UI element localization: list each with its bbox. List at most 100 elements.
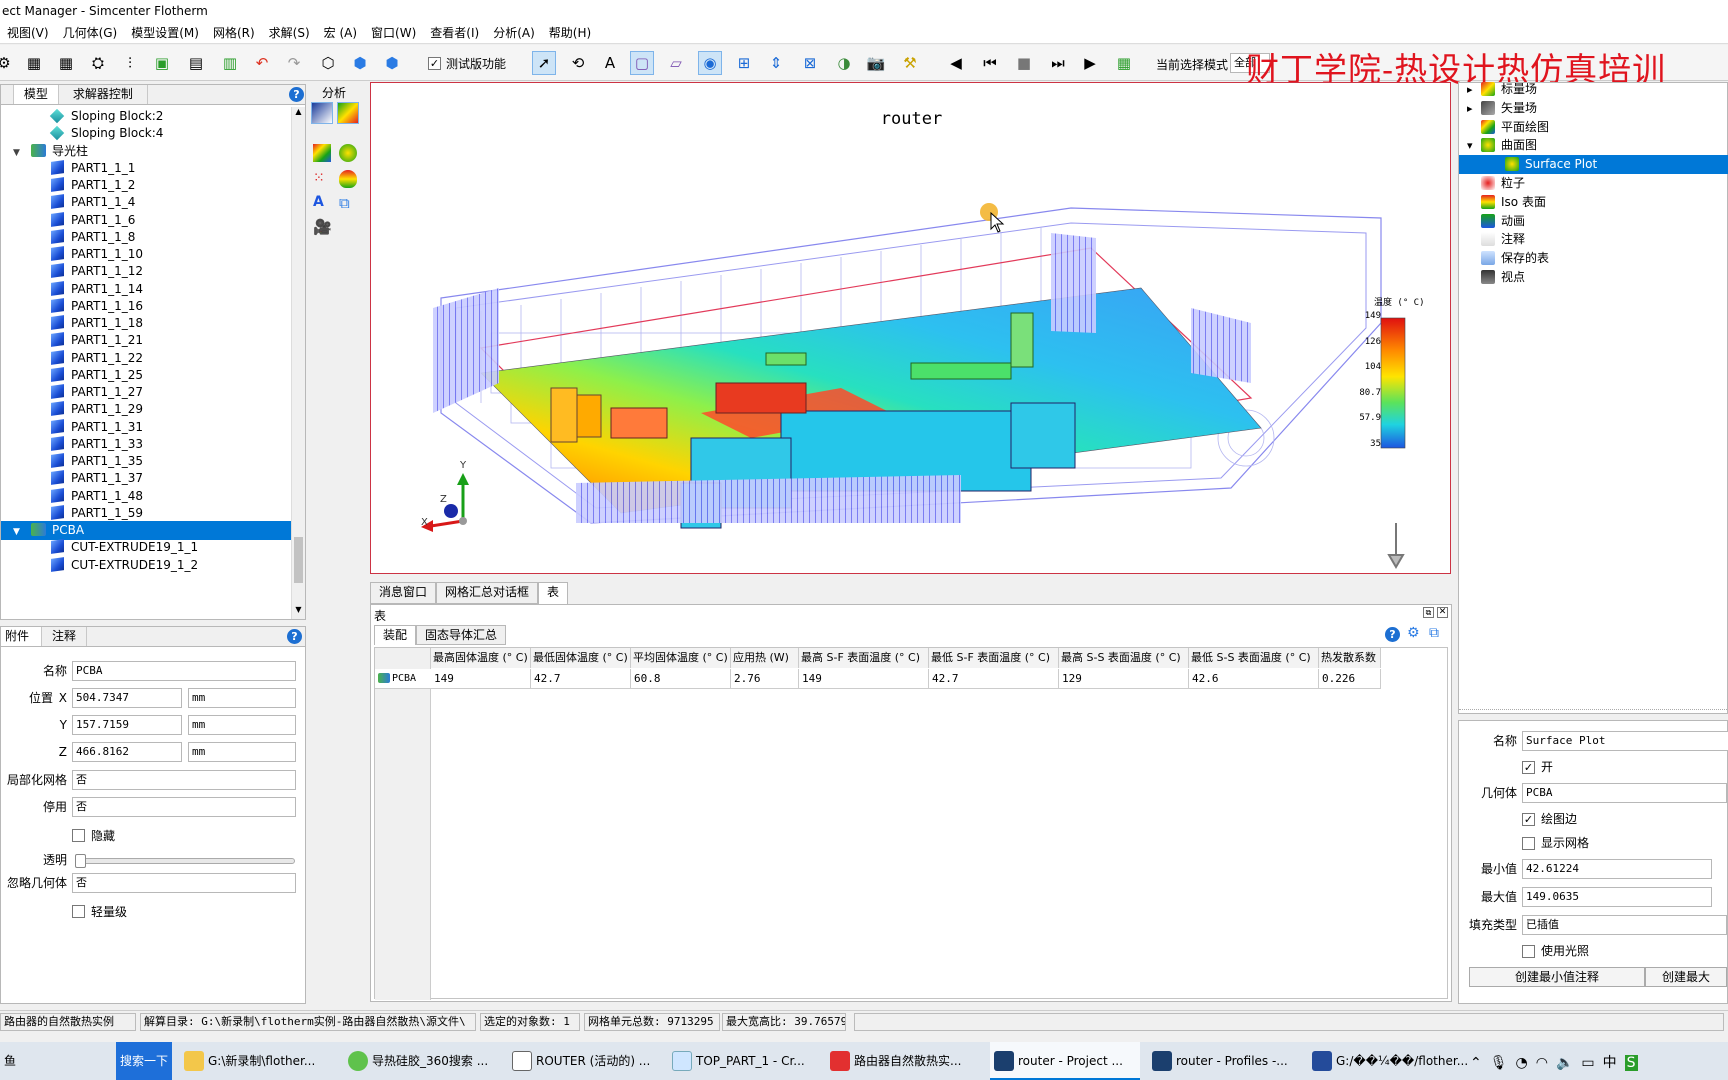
table-cell[interactable]: 42.7 <box>929 669 1059 689</box>
measure-icon[interactable]: ⚒ <box>898 51 922 75</box>
transparency-slider[interactable] <box>75 858 295 864</box>
tree-item[interactable]: PART1_1_1 <box>1 159 291 178</box>
step-forward-icon[interactable]: ⏭ <box>1046 51 1070 75</box>
tab-assembly[interactable]: 装配 <box>374 625 417 645</box>
tree-item[interactable]: PART1_1_22 <box>1 349 291 368</box>
taskbar-wps[interactable]: 路由器自然散热实... <box>826 1042 976 1080</box>
tree-item[interactable]: PART1_1_6 <box>1 211 291 230</box>
fit-vertical-icon[interactable]: ⇕ <box>764 51 788 75</box>
results-tree-item[interactable]: 保存的表 <box>1459 249 1728 268</box>
table-cell[interactable]: 60.8 <box>631 669 731 689</box>
table-cell[interactable]: 42.6 <box>1189 669 1319 689</box>
camera-icon[interactable]: 📷 <box>864 51 888 75</box>
tab-notes[interactable]: 注释 <box>42 627 88 646</box>
lightweight-checkbox[interactable] <box>72 905 85 918</box>
scroll-up-icon[interactable]: ▲ <box>293 107 304 119</box>
tree-item[interactable]: PART1_1_18 <box>1 314 291 333</box>
tree-item[interactable]: PART1_1_31 <box>1 418 291 437</box>
tree-item[interactable]: PART1_1_48 <box>1 487 291 506</box>
menu-view[interactable]: 视图(V) <box>0 24 56 41</box>
table-cell[interactable]: 149 <box>799 669 929 689</box>
tool-icon[interactable]: ⛭ <box>86 51 110 75</box>
table-column-header[interactable]: 平均固体温度 (° C) <box>631 648 731 668</box>
tree-item[interactable]: PART1_1_27 <box>1 383 291 402</box>
menu-solve[interactable]: 求解(S) <box>262 24 317 41</box>
iso-surface-icon[interactable] <box>339 170 357 188</box>
tree-item[interactable]: PART1_1_10 <box>1 245 291 264</box>
results-tree-item[interactable]: 平面绘图 <box>1459 118 1728 137</box>
tab-solid-conductor-summary[interactable]: 固态导体汇总 <box>416 625 507 645</box>
transparency-slider-thumb[interactable] <box>75 854 86 868</box>
3d-viewport[interactable]: router 温度 (° C) 149 126 104 80.7 57.9 35… <box>370 82 1451 574</box>
tree-item[interactable]: PART1_1_8 <box>1 228 291 247</box>
rewind-icon[interactable]: ◀ <box>944 51 968 75</box>
panel-splitter[interactable] <box>1459 709 1728 713</box>
surface-plot-icon[interactable] <box>339 144 357 162</box>
results-tree-item[interactable]: 视点 <box>1459 268 1728 287</box>
tab-message-window[interactable]: 消息窗口 <box>370 582 437 604</box>
table-settings-icon[interactable]: ⚙ <box>1407 625 1420 641</box>
tray-battery-icon[interactable]: ▭ <box>1581 1055 1602 1071</box>
tray-mic-icon[interactable]: 🎙 <box>1490 1055 1516 1071</box>
tree-item[interactable]: PART1_1_2 <box>1 176 291 195</box>
tree-item[interactable]: PART1_1_14 <box>1 280 291 299</box>
taskbar-flotherm-profiles[interactable]: router - Profiles -... <box>1148 1042 1298 1080</box>
table-column-header[interactable]: 应用热 (W) <box>731 648 799 668</box>
menu-macro[interactable]: 宏 (A) <box>317 24 364 41</box>
tab-model[interactable]: 模型 <box>13 85 59 104</box>
annotation-icon[interactable]: A <box>313 194 324 210</box>
tray-volume-icon[interactable]: 🔈 <box>1556 1055 1581 1071</box>
tab-edge[interactable] <box>1 85 14 104</box>
tree-scrollbar-thumb[interactable] <box>294 537 303 583</box>
step-back-icon[interactable]: ⏮ <box>978 51 1002 75</box>
table-cell[interactable]: 149 <box>431 669 531 689</box>
play-icon[interactable]: ▶ <box>1078 51 1102 75</box>
menu-help[interactable]: 帮助(H) <box>542 24 598 41</box>
table-cell[interactable]: 2.76 <box>731 669 799 689</box>
disabled-select[interactable]: 否 <box>72 797 296 817</box>
tab-solver-control[interactable]: 求解器控制 <box>58 85 148 104</box>
expand-arrow-icon[interactable]: ▾ <box>1467 136 1473 155</box>
tree-item[interactable]: PART1_1_37 <box>1 469 291 488</box>
create-min-annotation-button[interactable]: 创建最小值注释 <box>1469 967 1645 987</box>
solid-cube-icon[interactable]: ⬢ <box>348 51 372 75</box>
menu-window[interactable]: 窗口(W) <box>364 24 423 41</box>
tool-icon[interactable]: ⫶ <box>118 51 142 75</box>
taskbar-flotherm-project[interactable]: router - Project ... <box>990 1042 1140 1080</box>
tool-icon[interactable]: ▤ <box>184 51 208 75</box>
tree-item[interactable]: ▼ 导光柱 <box>1 142 291 161</box>
results-tree-item[interactable]: 动画 <box>1459 212 1728 231</box>
expand-arrow-icon[interactable]: ▸ <box>1467 80 1473 99</box>
tool-icon[interactable]: ▣ <box>150 51 174 75</box>
plot-tool-icon[interactable] <box>311 102 333 124</box>
record-icon[interactable]: ▦ <box>1112 51 1136 75</box>
table-column-header[interactable]: 最高 S-F 表面温度 (° C) <box>799 648 929 668</box>
expand-arrow-icon[interactable]: ▸ <box>1467 99 1473 118</box>
sp-geometry-input[interactable]: PCBA <box>1522 783 1727 803</box>
tab-table[interactable]: 表 <box>538 582 569 604</box>
table-cell[interactable]: 42.7 <box>531 669 631 689</box>
shaded-cube-icon[interactable]: ⬢ <box>380 51 404 75</box>
saved-table-icon[interactable]: ⧉ <box>339 194 350 212</box>
tray-ime[interactable]: S <box>1624 1055 1638 1071</box>
sp-lighting-checkbox[interactable] <box>1522 945 1535 958</box>
tree-item[interactable]: PART1_1_33 <box>1 435 291 454</box>
tree-item[interactable]: PART1_1_4 <box>1 193 291 212</box>
taskbar-search-button[interactable]: 搜索一下 <box>116 1042 172 1080</box>
menu-model-setup[interactable]: 模型设置(M) <box>124 24 206 41</box>
test-mode-checkbox[interactable]: ✓ <box>428 57 441 70</box>
x-input[interactable]: 504.7347 <box>72 688 182 708</box>
tray-network-icon[interactable]: ◔ <box>1516 1055 1536 1071</box>
create-max-annotation-button[interactable]: 创建最大 <box>1645 967 1727 987</box>
tree-item[interactable]: ▼ PCBA <box>1 521 291 540</box>
router-model-render[interactable] <box>371 83 1450 573</box>
sp-fill-type-select[interactable]: 已插值 <box>1522 915 1727 935</box>
scroll-down-icon[interactable]: ▼ <box>293 605 304 617</box>
table-column-header[interactable]: 最低固体温度 (° C) <box>531 648 631 668</box>
contour-tool-icon[interactable] <box>337 102 359 124</box>
taskbar-explorer[interactable]: G:\新录制\flother... <box>180 1042 330 1080</box>
results-tree-item[interactable]: Iso 表面 <box>1459 193 1728 212</box>
tree-item[interactable]: PART1_1_29 <box>1 400 291 419</box>
view-icon[interactable]: ◉ <box>698 51 722 75</box>
taskbar-search-box[interactable]: 鱼 <box>0 1042 116 1080</box>
